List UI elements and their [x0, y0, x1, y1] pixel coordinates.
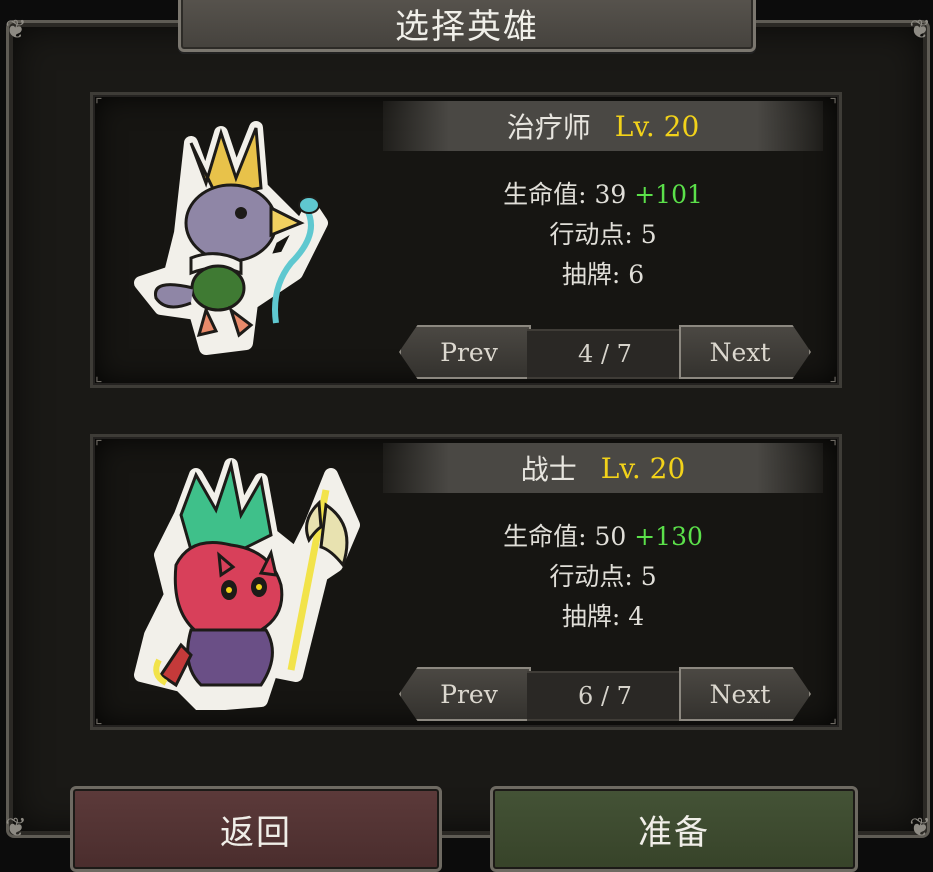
hp-value: 生命值: 39 [503, 180, 627, 209]
back-button-label: 返回 [220, 813, 292, 853]
hero-name: 治疗师 [506, 111, 591, 144]
page-indicator: 6 / 7 [527, 671, 683, 721]
red-demon-warrior-axe-icon [134, 458, 360, 710]
hp-bonus: +130 [634, 522, 703, 551]
panel-corner-icon: ⌞ [95, 366, 103, 385]
ready-button[interactable]: 准备 [490, 786, 858, 872]
panel-corner-icon: ⌝ [829, 95, 838, 114]
hp-bonus: +101 [634, 180, 703, 209]
panel-corner-icon: ⌞ [95, 708, 103, 727]
crowned-bird-healer-icon [134, 121, 328, 355]
back-button[interactable]: 返回 [70, 786, 442, 872]
corner-ornament-icon: ❦ [5, 15, 27, 45]
hero-name: 战士 [520, 453, 577, 486]
hero-level: Lv. 20 [600, 451, 686, 485]
title-plate: 选择英雄 [178, 0, 756, 52]
corner-ornament-icon: ❦ [5, 813, 27, 843]
next-button[interactable]: Next [679, 667, 811, 721]
hp-value: 生命值: 50 [503, 522, 627, 551]
panel-corner-icon: ⌜ [95, 95, 103, 114]
hero-pager: Prev 4 / 7 Next [399, 325, 811, 379]
hero-stats: 生命值: 39 +101 行动点: 5 抽牌: 6 [383, 175, 823, 295]
action-points-stat: 行动点: 5 [549, 562, 657, 591]
panel-corner-icon: ⌟ [829, 708, 838, 727]
prev-button[interactable]: Prev [399, 325, 531, 379]
draw-stat: 抽牌: 6 [561, 260, 645, 289]
page-indicator: 4 / 7 [527, 329, 683, 379]
hero-info-bar: 战士 Lv. 20 [383, 443, 823, 493]
panel-corner-icon: ⌜ [95, 437, 103, 456]
corner-ornament-icon: ❦ [909, 15, 931, 45]
action-points-stat: 行动点: 5 [549, 220, 657, 249]
ready-button-label: 准备 [638, 813, 710, 853]
page-title: 选择英雄 [395, 6, 539, 47]
hero-panel-warrior: ⌜ ⌝ ⌞ ⌟ 战士 Lv. 20 生命值: 50 +130 行动点: 5 抽牌… [90, 434, 842, 730]
hp-stat: 生命值: 50 +130 [383, 517, 823, 557]
prev-button[interactable]: Prev [399, 667, 531, 721]
hp-stat: 生命值: 39 +101 [383, 175, 823, 215]
hero-stats: 生命值: 50 +130 行动点: 5 抽牌: 4 [383, 517, 823, 637]
panel-corner-icon: ⌟ [829, 366, 838, 385]
corner-ornament-icon: ❦ [909, 813, 931, 843]
next-button[interactable]: Next [679, 325, 811, 379]
draw-stat: 抽牌: 4 [561, 602, 645, 631]
hero-pager: Prev 6 / 7 Next [399, 667, 811, 721]
hero-info-bar: 治疗师 Lv. 20 [383, 101, 823, 151]
panel-corner-icon: ⌝ [829, 437, 838, 456]
hero-level: Lv. 20 [614, 109, 700, 143]
hero-panel-healer: ⌜ ⌝ ⌞ ⌟ 治疗师 Lv. 20 生命值: 39 +101 行动点: 5 抽… [90, 92, 842, 388]
